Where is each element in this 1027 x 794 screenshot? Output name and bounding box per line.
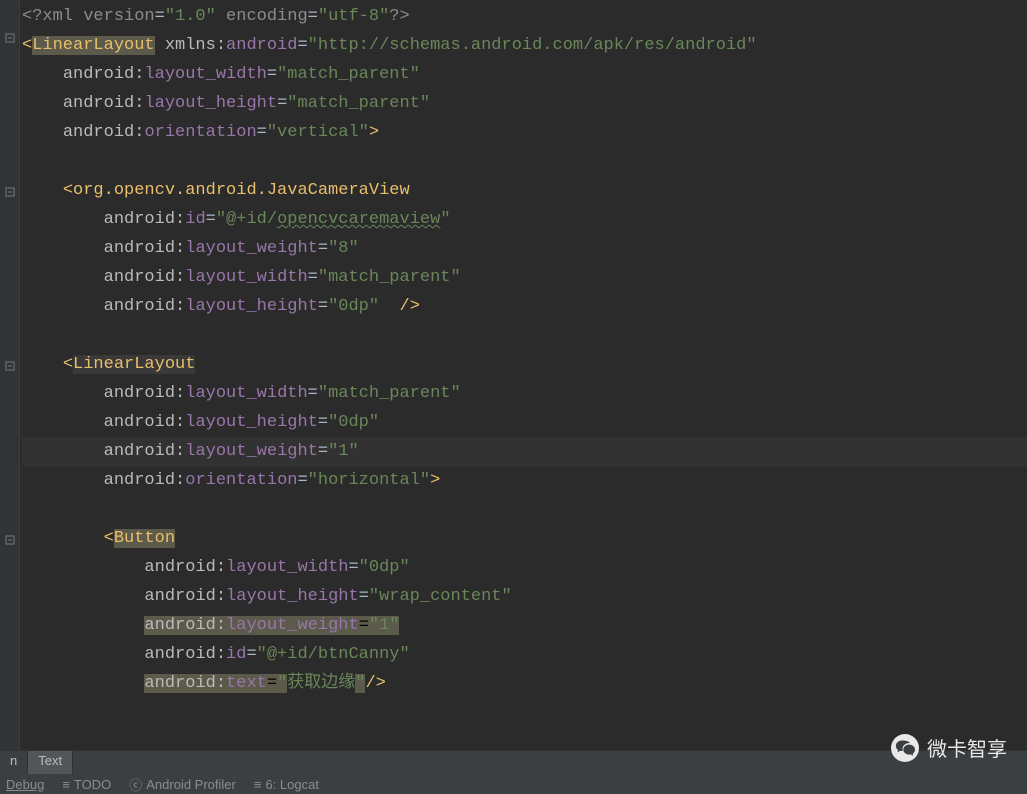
code-content[interactable]: <?xml version="1.0" encoding="utf-8"?><L… xyxy=(20,0,1027,750)
code-line[interactable]: android:id="@+id/btnCanny" xyxy=(22,640,1027,669)
code-line[interactable]: android:layout_width="0dp" xyxy=(22,553,1027,582)
code-line[interactable]: <LinearLayout xyxy=(22,350,1027,379)
code-line[interactable]: android:layout_height="0dp" /> xyxy=(22,292,1027,321)
status-bar: Debug ≡ TODO ⓒ Android Profiler ≡ 6: Log… xyxy=(0,774,1027,794)
gutter[interactable] xyxy=(0,0,20,750)
code-line[interactable]: <?xml version="1.0" encoding="utf-8"?> xyxy=(22,2,1027,31)
code-line[interactable]: <LinearLayout xmlns:android="http://sche… xyxy=(22,31,1027,60)
code-line[interactable]: android:layout_height="wrap_content" xyxy=(22,582,1027,611)
status-logcat[interactable]: ≡ 6: Logcat xyxy=(254,777,319,792)
editor-bottom-tabs: n Text xyxy=(0,750,1027,774)
status-todo[interactable]: ≡ TODO xyxy=(62,777,111,792)
code-line[interactable]: android:layout_weight="8" xyxy=(22,234,1027,263)
code-line[interactable] xyxy=(22,495,1027,524)
watermark-text: 微卡智享 xyxy=(927,733,1007,762)
code-line[interactable] xyxy=(22,698,1027,727)
fold-marker-icon[interactable] xyxy=(4,186,16,198)
code-line[interactable]: android:layout_height="0dp" xyxy=(22,408,1027,437)
code-line[interactable] xyxy=(22,147,1027,176)
code-line[interactable]: android:layout_width="match_parent" xyxy=(22,263,1027,292)
status-todo-label: TODO xyxy=(74,777,111,792)
logcat-icon: ≡ xyxy=(254,777,262,792)
tab-text[interactable]: Text xyxy=(28,751,73,774)
status-profiler[interactable]: ⓒ Android Profiler xyxy=(129,775,236,794)
code-line[interactable]: <org.opencv.android.JavaCameraView xyxy=(22,176,1027,205)
code-line[interactable]: android:text="获取边缘"/> xyxy=(22,669,1027,698)
status-logcat-label: 6: Logcat xyxy=(265,777,319,792)
todo-icon: ≡ xyxy=(62,777,70,792)
code-line[interactable]: android:layout_width="match_parent" xyxy=(22,60,1027,89)
code-line[interactable]: android:orientation="horizontal"> xyxy=(22,466,1027,495)
code-line[interactable]: <Button xyxy=(22,524,1027,553)
code-line[interactable]: android:layout_height="match_parent" xyxy=(22,89,1027,118)
wechat-icon xyxy=(891,734,919,762)
code-line[interactable]: android:layout_weight="1" xyxy=(22,437,1027,466)
fold-marker-icon[interactable] xyxy=(4,32,16,44)
code-line[interactable]: android:layout_weight="1" xyxy=(22,611,1027,640)
code-line[interactable] xyxy=(22,321,1027,350)
code-line[interactable]: android:layout_width="match_parent" xyxy=(22,379,1027,408)
fold-marker-icon[interactable] xyxy=(4,534,16,546)
tab-design[interactable]: n xyxy=(0,751,28,774)
code-editor[interactable]: <?xml version="1.0" encoding="utf-8"?><L… xyxy=(0,0,1027,750)
fold-marker-icon[interactable] xyxy=(4,360,16,372)
code-line[interactable]: android:orientation="vertical"> xyxy=(22,118,1027,147)
status-debug[interactable]: Debug xyxy=(6,777,44,792)
status-profiler-label: Android Profiler xyxy=(146,777,236,792)
watermark: 微卡智享 xyxy=(891,733,1007,762)
code-line[interactable]: android:id="@+id/opencvcaremaview" xyxy=(22,205,1027,234)
profiler-icon: ⓒ xyxy=(129,775,142,794)
